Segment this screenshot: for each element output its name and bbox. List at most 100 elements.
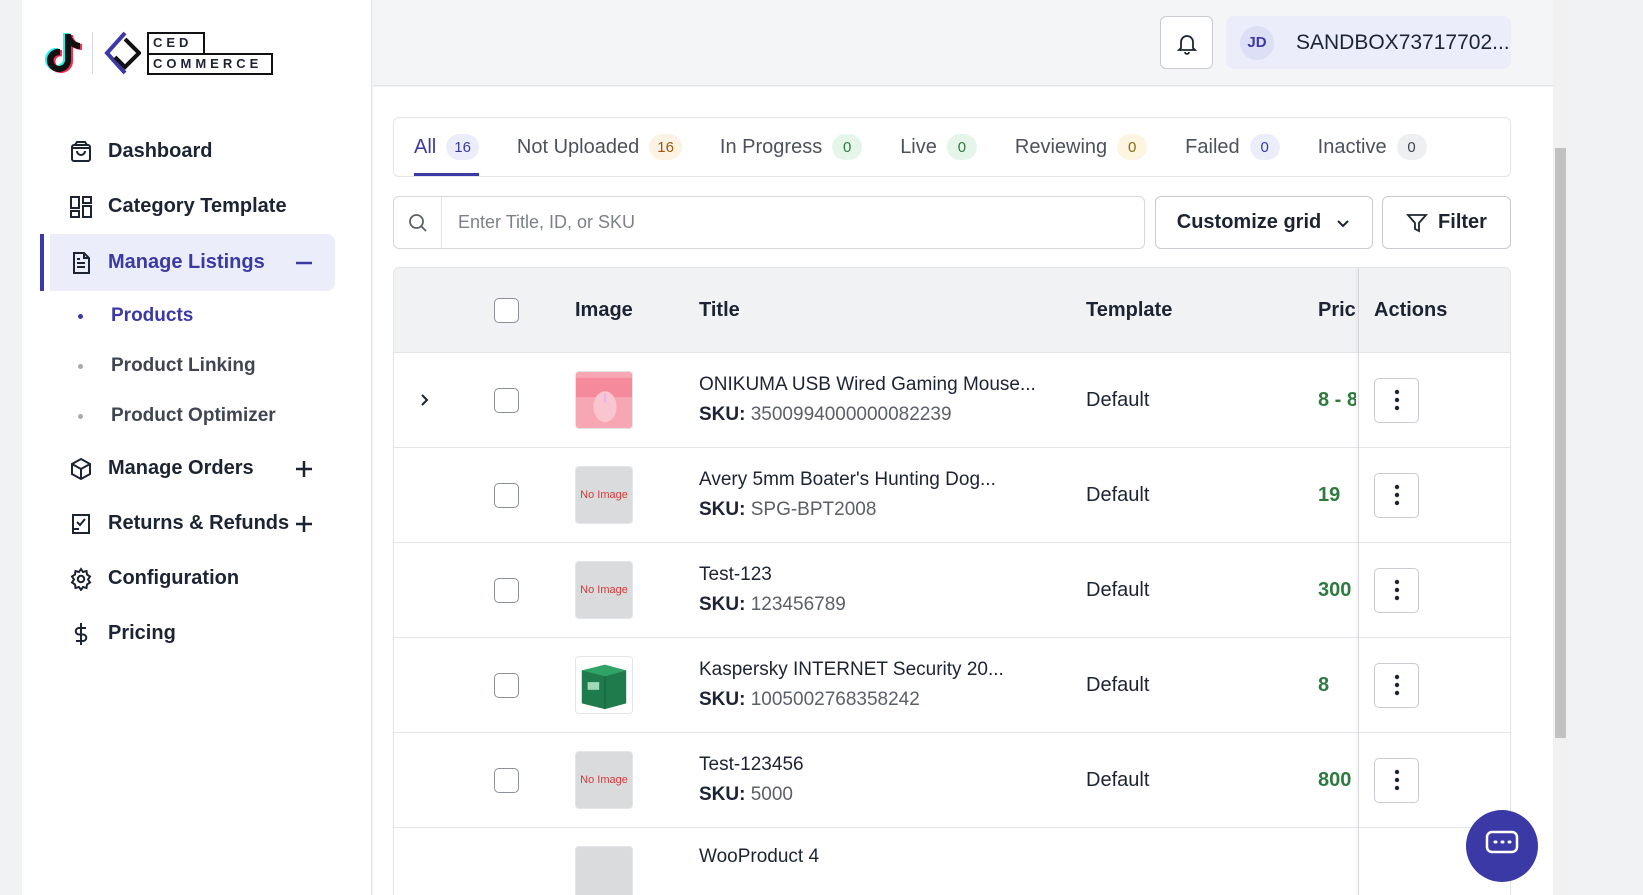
sidebar-item-manage-orders[interactable]: Manage Orders: [22, 441, 372, 496]
row-checkbox[interactable]: [494, 577, 519, 603]
tab-label: Reviewing: [1014, 135, 1108, 158]
column-header-title[interactable]: Title: [699, 268, 740, 352]
left-gutter: [0, 0, 22, 895]
product-title[interactable]: Kaspersky INTERNET Security 20...: [699, 659, 1004, 681]
expand-row-cell: [416, 353, 432, 447]
listings-grid: Image Title Template Price Actions ONIKU…: [393, 267, 1511, 895]
sidebar-nav: Dashboard Category Template Manage Listi…: [22, 124, 372, 661]
filter-button[interactable]: Filter: [1382, 196, 1511, 249]
customize-grid-button[interactable]: Customize grid: [1155, 196, 1373, 249]
sku-label: SKU:: [699, 404, 746, 425]
tab-all[interactable]: All 16: [414, 118, 479, 176]
tab-inactive[interactable]: Inactive 0: [1318, 118, 1427, 176]
table-row[interactable]: ONIKUMA USB Wired Gaming Mouse... SKU: 3…: [394, 353, 1510, 448]
return-icon: [68, 511, 94, 537]
customize-grid-label: Customize grid: [1176, 211, 1322, 233]
logo-divider: [92, 32, 93, 74]
sidebar: CED COMMERCE Dashboard Category Template…: [22, 0, 372, 895]
dollar-icon: [68, 621, 94, 647]
column-header-price[interactable]: Price: [1318, 268, 1356, 352]
collapse-minus-icon[interactable]: [294, 253, 314, 273]
tab-count-badge: 0: [1249, 134, 1280, 160]
sidebar-item-label: Returns & Refunds: [108, 512, 290, 534]
table-row[interactable]: Kaspersky INTERNET Security 20... SKU: 1…: [394, 638, 1510, 733]
brand-logo[interactable]: CED COMMERCE: [42, 28, 273, 78]
sidebar-item-manage-listings[interactable]: Manage Listings: [40, 234, 335, 291]
tab-label: All: [414, 135, 437, 158]
avatar: JD: [1240, 25, 1274, 60]
no-image-placeholder[interactable]: No Image: [575, 751, 633, 809]
column-header-template[interactable]: Template: [1086, 268, 1172, 352]
user-account-menu[interactable]: JD SANDBOX73717702...: [1226, 16, 1511, 69]
product-title[interactable]: WooProduct 4: [699, 846, 819, 868]
select-all-checkbox[interactable]: [494, 297, 519, 323]
sidebar-item-returns-refunds[interactable]: Returns & Refunds: [22, 496, 372, 551]
sidebar-item-configuration[interactable]: Configuration: [22, 551, 372, 606]
sidebar-item-category-template[interactable]: Category Template: [22, 179, 372, 234]
search-input[interactable]: [442, 212, 1122, 233]
scrollbar-thumb[interactable]: [1555, 148, 1566, 738]
chevron-down-icon: [1337, 219, 1349, 227]
bell-icon: [1176, 34, 1197, 55]
column-header-image[interactable]: Image: [575, 268, 633, 352]
table-row[interactable]: No Image Avery 5mm Boater's Hunting Dog.…: [394, 448, 1510, 543]
row-checkbox[interactable]: [494, 767, 519, 793]
product-title[interactable]: Test-123: [699, 564, 772, 586]
tab-not-uploaded[interactable]: Not Uploaded 16: [517, 118, 682, 176]
row-checkbox[interactable]: [494, 387, 519, 413]
product-image-cell: [575, 828, 633, 895]
product-sku: SKU: 5000: [699, 784, 793, 806]
sidebar-item-label: Manage Orders: [108, 457, 254, 479]
tab-label: Not Uploaded: [516, 135, 640, 158]
tab-label: Live: [900, 135, 937, 158]
product-title[interactable]: ONIKUMA USB Wired Gaming Mouse...: [699, 374, 1036, 396]
tab-count-badge: 16: [649, 134, 682, 160]
expand-plus-icon[interactable]: [294, 514, 314, 534]
product-title-cell: WooProduct 4: [699, 828, 819, 895]
sidebar-item-pricing[interactable]: Pricing: [22, 606, 372, 661]
product-title-cell: Test-123456 SKU: 5000: [699, 733, 804, 827]
page-scrollbar[interactable]: [1553, 0, 1568, 895]
product-title-cell: Avery 5mm Boater's Hunting Dog... SKU: S…: [699, 448, 996, 542]
no-image-placeholder[interactable]: No Image: [575, 466, 633, 524]
product-title[interactable]: Test-123456: [699, 754, 804, 776]
notifications-button[interactable]: [1160, 16, 1213, 69]
tab-reviewing[interactable]: Reviewing 0: [1014, 118, 1148, 176]
row-checkbox[interactable]: [494, 482, 519, 508]
tab-failed[interactable]: Failed 0: [1185, 118, 1280, 176]
product-template: Default: [1086, 483, 1150, 506]
tab-in-progress[interactable]: In Progress 0: [720, 118, 863, 176]
table-row[interactable]: No Image Test-123456 SKU: 5000 Default 8…: [394, 733, 1510, 828]
product-sku: SKU: 3500994000000082239: [699, 404, 952, 426]
sidebar-item-label: Configuration: [108, 567, 240, 589]
tiktok-logo-icon: [45, 33, 82, 73]
no-image-placeholder[interactable]: No Image: [575, 561, 633, 619]
product-image[interactable]: [575, 371, 633, 429]
table-row[interactable]: WooProduct 4: [394, 828, 1510, 895]
right-gutter: [1568, 0, 1643, 895]
row-checkbox[interactable]: [494, 672, 519, 698]
chevron-right-icon[interactable]: [416, 392, 432, 408]
sku-value: 1005002768358242: [750, 689, 920, 710]
row-checkbox-cell: [494, 448, 519, 542]
sidebar-item-label: Dashboard: [108, 140, 213, 162]
box-icon: [68, 456, 94, 482]
product-sku: SKU: SPG-BPT2008: [699, 499, 876, 521]
grid-layout-icon: [68, 194, 94, 220]
sidebar-subitem-product-linking[interactable]: Product Linking: [22, 341, 372, 391]
expand-plus-icon[interactable]: [294, 459, 314, 479]
sidebar-subitem-products[interactable]: Products: [22, 291, 372, 341]
ced-wordmark-bottom: COMMERCE: [147, 52, 273, 75]
chat-icon: [1485, 830, 1519, 854]
product-title[interactable]: Avery 5mm Boater's Hunting Dog...: [699, 469, 996, 491]
no-image-placeholder[interactable]: [575, 846, 633, 895]
row-checkbox-cell: [494, 733, 519, 827]
actions-column-divider: [1358, 268, 1510, 895]
sidebar-subitem-product-optimizer[interactable]: Product Optimizer: [22, 391, 372, 441]
sidebar-item-dashboard[interactable]: Dashboard: [22, 124, 372, 179]
chat-support-button[interactable]: [1466, 810, 1538, 882]
table-row[interactable]: No Image Test-123 SKU: 123456789 Default…: [394, 543, 1510, 638]
tab-live[interactable]: Live 0: [900, 118, 977, 176]
product-image[interactable]: [575, 656, 633, 714]
user-name: SANDBOX73717702...: [1296, 30, 1510, 54]
